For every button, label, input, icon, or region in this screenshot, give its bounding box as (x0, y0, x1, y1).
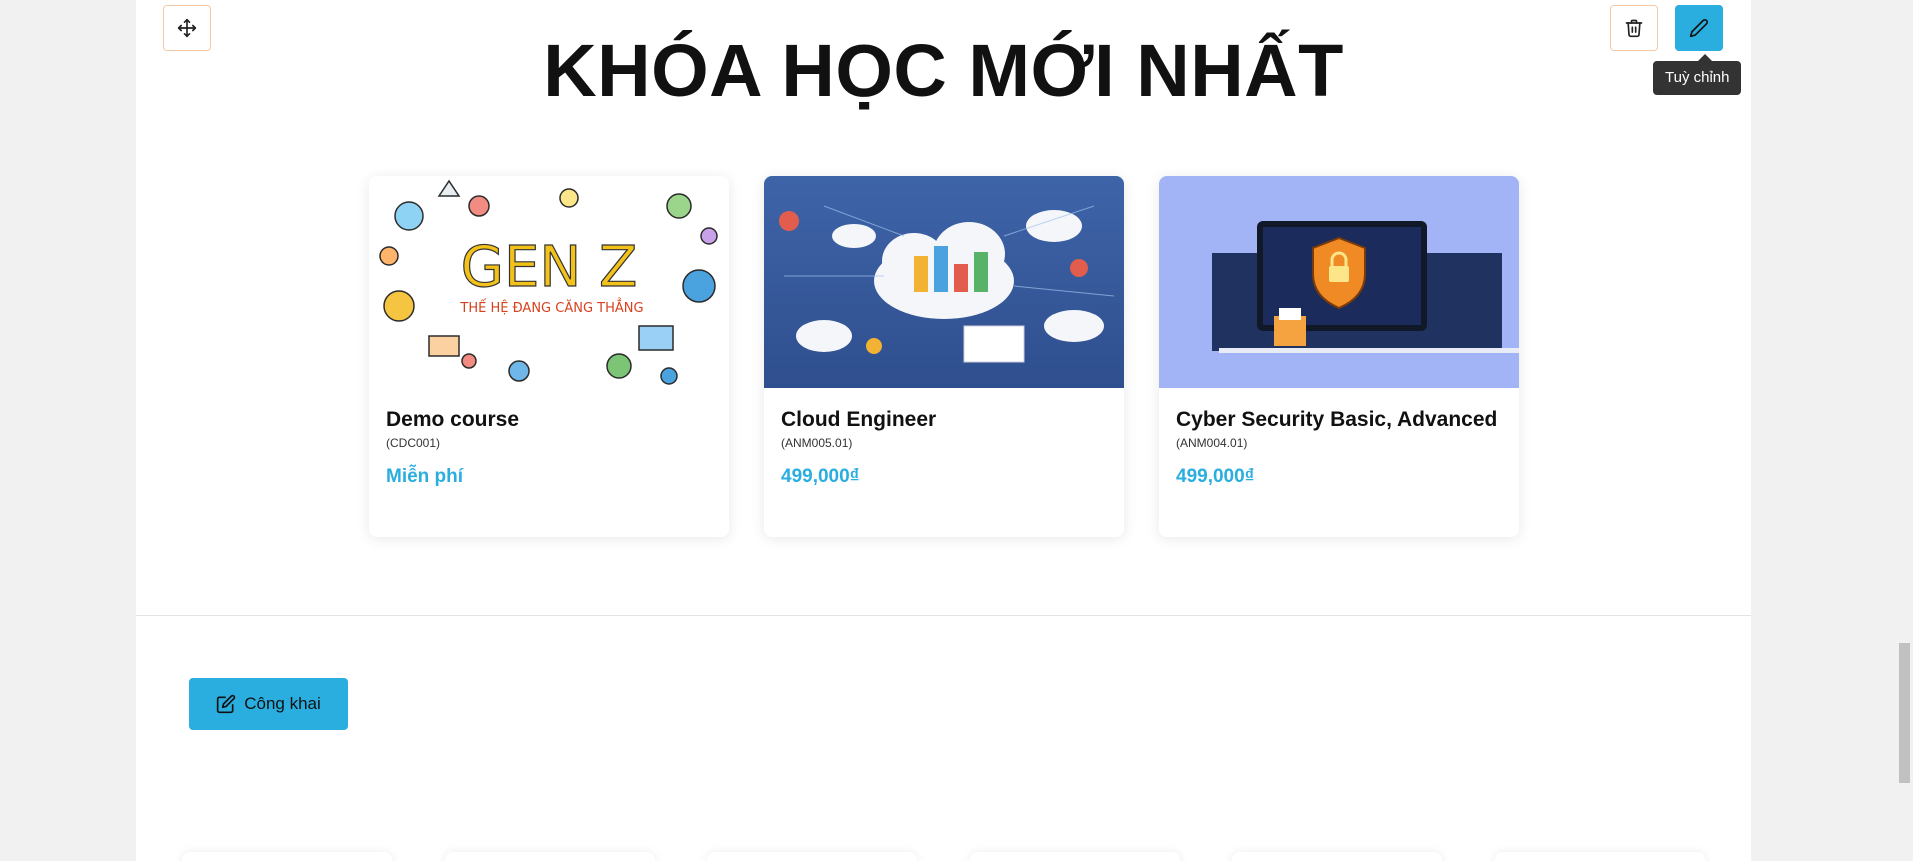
trash-icon (1625, 19, 1643, 38)
genz-subtext: THẾ HỆ ĐANG CĂNG THẲNG (459, 298, 643, 316)
section-divider (136, 615, 1751, 616)
scrollbar-thumb[interactable] (1899, 643, 1910, 783)
course-price: 499,000₫ (1176, 466, 1255, 487)
edit-square-icon (217, 694, 236, 714)
next-section-card (707, 852, 917, 861)
course-price: Miễn phí (386, 466, 464, 487)
course-code: (CDC001) (386, 436, 441, 450)
course-code: (ANM005.01) (781, 436, 853, 450)
course-code: (ANM004.01) (1176, 436, 1248, 450)
move-icon (177, 18, 197, 38)
pencil-icon (1689, 19, 1708, 38)
course-card[interactable]: Cloud Engineer (ANM005.01) 499,000₫ (764, 176, 1124, 537)
course-card[interactable]: GEN Z THẾ HỆ ĐANG CĂNG THẲNG Demo course… (369, 176, 729, 537)
customize-section-button[interactable] (1675, 5, 1723, 51)
next-section-card (182, 852, 392, 861)
next-section-card (1232, 852, 1442, 861)
next-section-card (970, 852, 1180, 861)
course-title[interactable]: Cyber Security Basic, Advanced (1176, 406, 1502, 433)
course-price: 499,000₫ (781, 466, 860, 487)
genz-text: GEN Z (461, 235, 638, 300)
section-title: KHÓA HỌC MỚI NHẤT (543, 29, 1344, 112)
move-section-button[interactable] (163, 5, 211, 51)
next-section-card (445, 852, 655, 861)
course-card[interactable]: Cyber Security Basic, Advanced (ANM004.0… (1159, 176, 1519, 537)
publish-button[interactable]: Công khai (189, 678, 348, 730)
course-thumbnail-genz: GEN Z THẾ HỆ ĐANG CĂNG THẲNG (369, 176, 729, 388)
course-thumbnail-cloud (764, 176, 1124, 388)
delete-section-button[interactable] (1610, 5, 1658, 51)
course-title[interactable]: Cloud Engineer (781, 406, 1107, 433)
publish-button-label: Công khai (244, 694, 321, 713)
customize-tooltip: Tuỳ chỉnh (1653, 54, 1742, 95)
vertical-scrollbar[interactable] (1896, 0, 1913, 861)
course-title[interactable]: Demo course (386, 406, 712, 433)
next-section-card (1495, 852, 1705, 861)
course-thumbnail-security (1159, 176, 1519, 388)
